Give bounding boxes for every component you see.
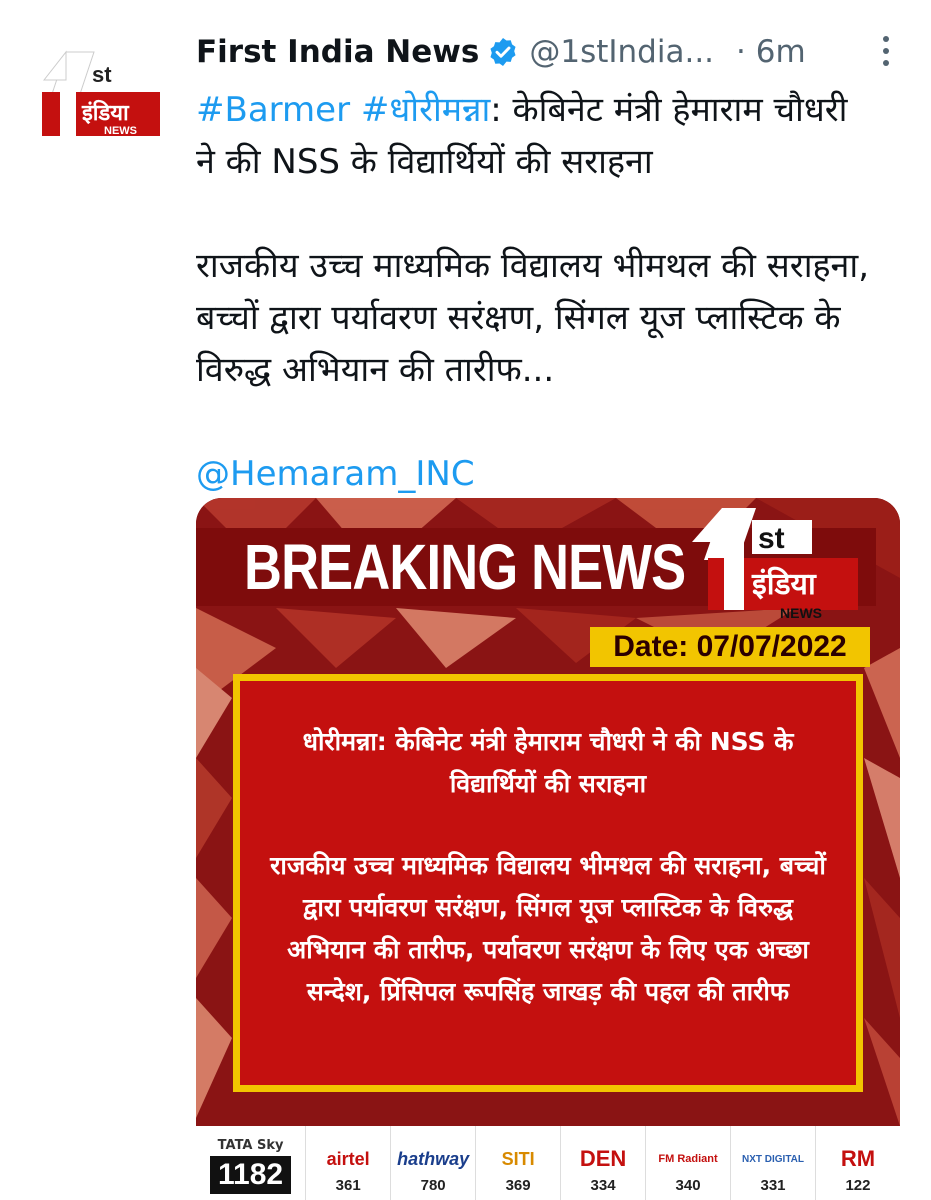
channel-hathway: hathway 780: [391, 1126, 477, 1200]
time-separator: ·: [736, 34, 746, 70]
channel-rm: RM 122: [816, 1126, 900, 1200]
avatar-brand: इंडिया: [81, 99, 130, 126]
channel-siti: SITI 369: [476, 1126, 562, 1200]
channel-nxt-digital: NXT DIGITAL 331: [731, 1126, 816, 1200]
channel-number: 334: [590, 1177, 616, 1194]
logo-news: NEWS: [780, 605, 822, 621]
channel-strip: TATA Sky 1182 airtel 361 hathway 780 SIT…: [196, 1126, 900, 1200]
date-label: Date: 07/07/2022: [590, 627, 870, 667]
channel-number: 340: [675, 1177, 701, 1194]
channel-name: hathway: [397, 1148, 470, 1169]
hashtag-barmer[interactable]: #Barmer: [196, 90, 350, 130]
tweet-text: #Barmer #धोरीमन्ना: केबिनेट मंत्री हेमार…: [196, 84, 906, 500]
channel-number: 361: [335, 1177, 361, 1194]
tweet-media-image[interactable]: BREAKING NEWS st इंडिया NEWS Date: 07/07…: [196, 498, 900, 1200]
channel-number: 1182: [210, 1156, 292, 1194]
news-headline: धोरीमन्ना: केबिनेट मंत्री हेमाराम चौधरी …: [302, 727, 794, 798]
channel-tata-sky: TATA Sky 1182: [196, 1126, 307, 1200]
avatar-st: st: [92, 62, 112, 87]
logo-st: st: [758, 522, 785, 555]
tweet-paragraph: राजकीय उच्च माध्यमिक विद्यालय भीमथल की स…: [196, 246, 870, 390]
channel-number: 122: [845, 1177, 871, 1194]
channel-name: TATA Sky: [217, 1137, 284, 1153]
first-india-logo: st इंडिया NEWS: [692, 508, 858, 621]
tweet-line2: ने की NSS के विद्यार्थियों की सराहना: [196, 142, 653, 182]
time-value: 6m: [755, 34, 806, 70]
channel-number: 331: [760, 1177, 786, 1194]
tweet-time[interactable]: · 6m: [736, 34, 806, 70]
tweet-header: First India News @1stIndia... · 6m: [196, 28, 896, 76]
channel-airtel: airtel 361: [306, 1126, 392, 1200]
channel-name: SITI: [501, 1148, 535, 1169]
channel-name: FM Radiant: [658, 1153, 718, 1165]
hashtag-dhorimanna[interactable]: #धोरीमन्ना: [361, 90, 490, 130]
news-content-box: धोरीमन्ना: केबिनेट मंत्री हेमाराम चौधरी …: [233, 674, 863, 1092]
news-body: राजकीय उच्च माध्यमिक विद्यालय भीमथल की स…: [270, 851, 826, 1006]
logo-brand: इंडिया: [751, 566, 817, 602]
channel-den: DEN 334: [561, 1126, 647, 1200]
breaking-news-title: BREAKING NEWS: [244, 531, 686, 603]
avatar-news: NEWS: [104, 125, 137, 137]
channel-name: RM: [840, 1146, 876, 1171]
verified-badge-icon: [490, 38, 516, 66]
channel-name: airtel: [326, 1148, 370, 1169]
channel-number: 369: [505, 1177, 531, 1194]
channel-fm-radiant: FM Radiant 340: [646, 1126, 732, 1200]
channel-name: NXT DIGITAL: [741, 1153, 805, 1165]
channel-number: 780: [420, 1177, 446, 1194]
author-name[interactable]: First India News: [196, 34, 479, 70]
channel-name: DEN: [579, 1146, 627, 1171]
author-handle[interactable]: @1stIndia...: [529, 34, 714, 70]
tweet-line1: : केबिनेट मंत्री हेमाराम चौधरी: [490, 90, 848, 130]
more-options-icon[interactable]: [881, 36, 891, 72]
mention-link[interactable]: @Hemaram_INC: [196, 454, 475, 494]
avatar[interactable]: st इंडिया NEWS: [36, 48, 164, 140]
